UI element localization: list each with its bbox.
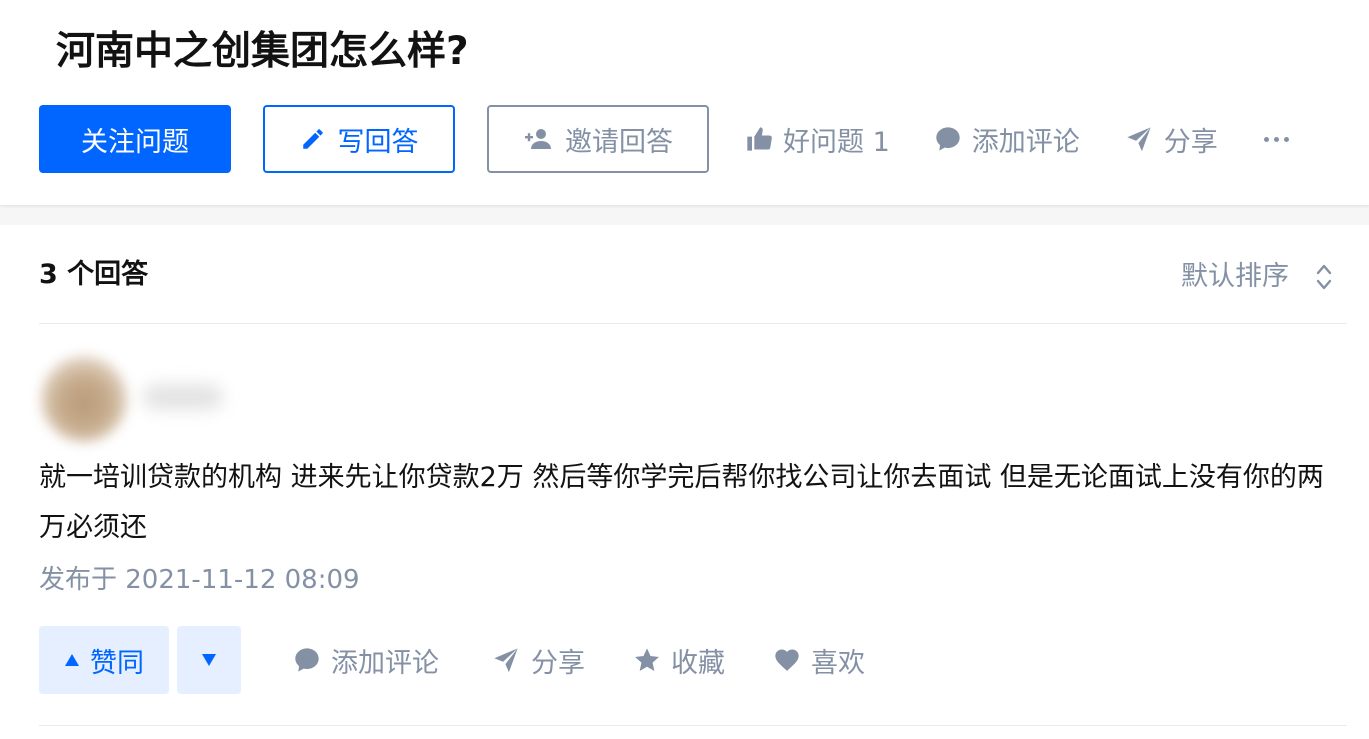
- upvote-label: 赞同: [90, 647, 144, 679]
- add-comment-label: 添加评论: [971, 126, 1080, 158]
- avatar[interactable]: [41, 356, 127, 442]
- share-icon: [494, 648, 518, 673]
- share-icon: [1127, 127, 1151, 152]
- add-comment-button[interactable]: 添加评论: [934, 120, 1080, 159]
- question-action-row: 关注问题 写回答 邀请回答 好问题 1 添加评论 分享: [39, 105, 1291, 173]
- answer-comment-button[interactable]: 添加评论: [293, 641, 439, 680]
- invite-answer-button[interactable]: 邀请回答: [487, 105, 709, 173]
- downvote-button[interactable]: [177, 626, 241, 694]
- answer-share-button[interactable]: 分享: [491, 641, 585, 680]
- author-name[interactable]: [143, 384, 223, 410]
- follow-question-button[interactable]: 关注问题: [39, 105, 231, 173]
- upvote-button[interactable]: 赞同: [39, 626, 169, 694]
- share-button[interactable]: 分享: [1124, 120, 1218, 159]
- like-label: 喜欢: [811, 647, 865, 679]
- thumbs-up-icon: [747, 127, 772, 151]
- more-icon: [1262, 136, 1291, 142]
- sort-icon: [1316, 264, 1332, 290]
- answer-share-label: 分享: [531, 647, 585, 679]
- answer-publish-time[interactable]: 发布于 2021-11-12 08:09: [39, 560, 360, 600]
- add-user-icon: [525, 129, 551, 149]
- more-button[interactable]: [1262, 136, 1291, 142]
- answer-comment-label: 添加评论: [331, 647, 439, 679]
- answers-list-card: 3 个回答 默认排序 就一培训贷款的机构 进来先让你贷款2万 然后等你学完后帮你…: [0, 225, 1369, 739]
- pencil-icon: [302, 129, 323, 149]
- comment-icon: [295, 648, 319, 672]
- answer-count: 3 个回答: [39, 259, 149, 290]
- good-question-label: 好问题 1: [783, 126, 890, 158]
- share-label: 分享: [1163, 126, 1218, 158]
- answer-action-row: 赞同 添加评论 分享 收藏 喜欢: [39, 626, 865, 694]
- star-icon: [635, 648, 659, 671]
- write-answer-label: 写回答: [337, 126, 419, 158]
- comment-icon: [936, 127, 960, 151]
- sort-selector[interactable]: 默认排序: [1181, 257, 1333, 297]
- write-answer-button[interactable]: 写回答: [263, 105, 455, 173]
- favorite-label: 收藏: [671, 647, 725, 679]
- invite-answer-label: 邀请回答: [565, 126, 673, 158]
- heart-icon: [775, 649, 799, 671]
- triangle-down-icon: [202, 654, 216, 666]
- question-title: 河南中之创集团怎么样?: [56, 29, 469, 74]
- answers-header: 3 个回答 默认排序: [39, 225, 1347, 324]
- good-question-button[interactable]: 好问题 1: [745, 120, 890, 159]
- answer-author[interactable]: [31, 348, 231, 448]
- like-button[interactable]: 喜欢: [773, 641, 865, 680]
- question-header-card: 河南中之创集团怎么样? 关注问题 写回答 邀请回答 好问题 1 添加评论 分享: [0, 0, 1369, 205]
- favorite-button[interactable]: 收藏: [633, 641, 725, 680]
- triangle-up-icon: [65, 654, 79, 666]
- answer-content: 就一培训贷款的机构 进来先让你贷款2万 然后等你学完后帮你找公司让你去面试 但是…: [39, 462, 1324, 543]
- sort-label: 默认排序: [1181, 261, 1289, 292]
- answer-divider: [39, 725, 1347, 726]
